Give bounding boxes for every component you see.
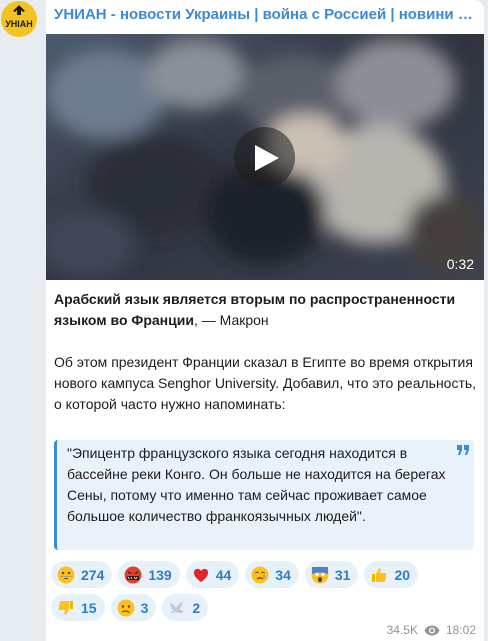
message-meta: 34.5K 18:02: [387, 623, 476, 637]
reaction-count: 2: [192, 599, 201, 616]
channel-title[interactable]: УНИАН - новости Украины | война с Россие…: [54, 6, 478, 24]
face-with-symbols-icon: [124, 566, 142, 584]
post-headline-rest: , — Макрон: [193, 312, 269, 328]
reaction-grinning[interactable]: 274: [51, 561, 113, 588]
reaction-count: 274: [81, 566, 105, 583]
thumbs-down-icon: [57, 599, 75, 617]
reaction-count: 31: [334, 566, 351, 583]
view-count: 34.5K: [386, 623, 418, 637]
quote-text: "Эпицентр французского языка сегодня нах…: [67, 445, 446, 524]
message-bubble: УНИАН - новости Украины | война с Россие…: [46, 0, 484, 641]
play-icon: [255, 144, 279, 171]
reaction-count: 15: [81, 599, 97, 616]
reaction-thumbs-up[interactable]: 20: [364, 561, 419, 588]
reaction-count: 20: [394, 566, 411, 583]
reactions-row-2: 15 3 2: [51, 594, 481, 621]
avatar-text: УНІАН: [5, 19, 33, 29]
message-time: 18:02: [445, 623, 476, 637]
post-body: Об этом президент Франции сказал в Египт…: [54, 354, 477, 412]
dove-icon: [168, 599, 186, 617]
reaction-crying[interactable]: 34: [245, 561, 299, 588]
channel-avatar[interactable]: УНІАН: [1, 1, 37, 37]
crying-face-icon: [251, 566, 269, 584]
video-duration: 0:32: [446, 256, 474, 272]
reaction-heart[interactable]: 44: [185, 561, 240, 588]
reaction-count: 139: [148, 566, 172, 583]
blockquote: "Эпицентр французского языка сегодня нах…: [54, 440, 474, 550]
reaction-count: 34: [275, 566, 291, 583]
reaction-count: 3: [140, 599, 149, 616]
video-player[interactable]: 0:32: [46, 34, 484, 280]
confused-face-icon: [117, 599, 135, 617]
reaction-symbols[interactable]: 139: [118, 561, 180, 588]
reaction-confused[interactable]: 3: [110, 594, 157, 621]
quote-icon: [457, 445, 469, 455]
reaction-screaming[interactable]: 31: [304, 561, 359, 588]
eye-icon: [424, 625, 440, 635]
chat-view: УНІАН УНИАН - новости Украины | война с …: [0, 0, 488, 641]
play-button[interactable]: [234, 127, 295, 188]
post-headline: Арабский язык является вторым по распрос…: [54, 289, 478, 331]
unian-logo-icon: УНІАН: [1, 1, 37, 37]
reactions-row-1: 274 139 44 34 31 20: [51, 561, 481, 588]
reactions-bar: 274 139 44 34 31 20 15 3 2: [51, 561, 481, 627]
reaction-thumbs-down[interactable]: 15: [51, 594, 105, 621]
grinning-face-icon: [57, 566, 75, 584]
red-heart-icon: [192, 566, 210, 584]
reaction-count: 44: [215, 566, 232, 583]
screaming-face-icon: [311, 566, 329, 584]
thumbs-up-icon: [370, 566, 388, 584]
reaction-dove[interactable]: 2: [162, 594, 209, 621]
